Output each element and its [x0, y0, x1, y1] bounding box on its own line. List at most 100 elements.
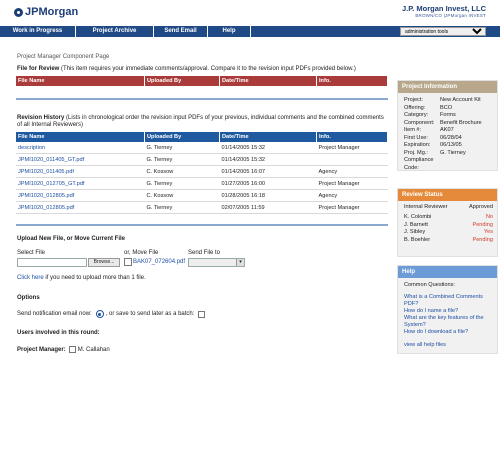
move-file-link[interactable]: BAK07_072604.pdf — [133, 259, 185, 265]
date-time: 02/07/2005 11:59 — [219, 201, 317, 214]
tab-work-in-progress[interactable]: Work in Progress — [0, 26, 76, 37]
info-row: Component: Benefit Brochure — [404, 119, 482, 126]
help-link[interactable]: How do I name a file? — [404, 308, 493, 315]
pm-checkbox[interactable] — [68, 346, 76, 353]
table-row: JPMI1020_012805.pdf C. Kossow 01/28/2005… — [16, 189, 388, 202]
file-link[interactable]: description — [16, 142, 145, 154]
review-status-header: Internal Reviewer Approved — [398, 201, 497, 214]
reviewer-status: No — [485, 214, 493, 220]
info-row: Expiration: 06/13/05 — [404, 142, 462, 148]
upload-heading: Upload New File, or Move Current File — [17, 236, 126, 242]
info-row: Offering: BCO — [404, 104, 453, 111]
review-status-panel: Review Status Internal Reviewer Approved… — [397, 188, 498, 257]
info: Agency — [316, 165, 388, 178]
review-note: (This item requires your immediate comme… — [61, 66, 356, 72]
tab-send-email[interactable]: Send Email — [154, 26, 208, 37]
info: Project Manager — [316, 142, 388, 154]
reviewer-status: Pending — [472, 221, 493, 228]
col-file-name: File Name — [16, 76, 145, 86]
uploaded-by: G. Tierney — [144, 142, 220, 154]
view-all-help-link[interactable]: view all help files — [404, 342, 493, 349]
table-row: JPMI1020_011405.pdf C. Kossow 01/14/2005… — [16, 165, 388, 178]
help-link[interactable]: What are the key features of the System? — [404, 315, 493, 329]
help-title: Help — [398, 266, 497, 278]
table-row: JPMI1020_011405_GT.pdf G. Tierney 01/14/… — [16, 153, 388, 166]
notify-now-radio[interactable] — [95, 310, 104, 318]
users-heading: Users involved in this round: — [17, 330, 100, 336]
table-row: description G. Tierney 01/14/2005 15:32 … — [16, 142, 388, 154]
info-row: Item #: AK07 — [404, 127, 454, 133]
review-table-header: File Name Uploaded By Date/Time Info. — [16, 76, 388, 86]
options-heading: Options — [17, 295, 40, 301]
history-heading: Revision History — [17, 115, 65, 121]
batch-checkbox[interactable] — [198, 310, 206, 318]
reviewer-row: J. Sibley Yes — [404, 229, 493, 235]
uploaded-by: C. Kossow — [144, 165, 220, 178]
review-heading-line: File for Review (This item requires your… — [17, 66, 377, 73]
project-info-rows: Project: New Account Kit Offering: BCO Cat… — [398, 93, 497, 172]
reviewer-row: K. Colombi No — [404, 214, 493, 220]
browse-button[interactable]: Browse... — [88, 258, 120, 267]
file-link[interactable]: JPMI1020_011405_GT.pdf — [16, 153, 145, 166]
file-link[interactable]: JPMI1020_012705_GT.pdf — [16, 177, 145, 190]
notify-label: Send notification email now: — [17, 311, 92, 317]
uploaded-by: G. Tierney — [144, 177, 220, 190]
file-link[interactable]: JPMI1020_011405.pdf — [16, 165, 145, 178]
info: Project Manager — [316, 177, 388, 190]
admin-tools-select[interactable]: administration tools — [400, 27, 486, 36]
col-info: Info. — [316, 76, 388, 86]
info-row: Compliance Code: — [404, 157, 434, 171]
chevron-down-icon: ▾ — [236, 259, 244, 266]
divider — [16, 98, 388, 100]
date-time: 01/28/2005 16:18 — [219, 189, 317, 202]
file-link[interactable]: JPMI1020_012805.pdf — [16, 189, 145, 202]
move-file-label: or, Move File — [124, 250, 159, 256]
brand-block: J.P. Morgan Invest, LLC BROWN/CO |JPMorg… — [402, 4, 486, 18]
pm-row: Project Manager: M. Callahan — [17, 346, 110, 353]
info: Agency — [316, 189, 388, 202]
col-uploaded-by: Uploaded By — [144, 132, 220, 142]
review-table: File Name Uploaded By Date/Time Info. — [16, 76, 388, 86]
project-info-title: Project Information — [398, 81, 497, 93]
logo-text: JPMorgan — [25, 6, 79, 18]
info-row: Proj. Mg.: G. Tierney — [404, 149, 466, 156]
upload-help-line: Click here if you need to upload more th… — [17, 275, 146, 281]
tab-project-archive[interactable]: Project Archive — [76, 26, 154, 37]
info-row: Category: Forms — [404, 112, 456, 118]
col-file-name: File Name — [16, 132, 145, 142]
reviewer-row: J. Barnett Pending — [404, 221, 493, 228]
send-file-select[interactable]: ▾ — [188, 258, 245, 267]
info: Project Manager — [316, 201, 388, 214]
jpmorgan-logo: JPMorgan — [14, 6, 78, 18]
history-table-header: File Name Uploaded By Date/Time Info. — [16, 132, 388, 142]
brand-subtitle: BROWN/CO |JPMorgan INVEST — [415, 13, 486, 18]
help-link[interactable]: What is a Combined Comments PDF? — [404, 294, 493, 308]
col-date-time: Date/Time — [219, 76, 317, 86]
uploaded-by: G. Tierney — [144, 153, 220, 166]
tab-help[interactable]: Help — [208, 26, 251, 37]
main-nav: Work in Progress Project Archive Send Em… — [0, 26, 500, 37]
review-status-title: Review Status — [398, 189, 497, 201]
table-row: JPMI1020_012805.pdf G. Tierney 02/07/200… — [16, 201, 388, 214]
date-time: 01/14/2005 16:07 — [219, 165, 317, 178]
revision-history-table: File Name Uploaded By Date/Time Info. de… — [16, 132, 388, 214]
help-body: Common Questions: What is a Combined Com… — [398, 278, 497, 349]
pm-name: M. Callahan — [77, 346, 110, 353]
move-file-checkbox[interactable] — [124, 258, 132, 266]
brand-title: J.P. Morgan Invest, LLC — [401, 4, 486, 13]
common-questions-label: Common Questions: — [404, 282, 455, 288]
date-time: 01/14/2005 15:32 — [219, 142, 317, 154]
date-time: 01/27/2005 16:00 — [219, 177, 317, 190]
upload-help-text: if you need to upload more than 1 file. — [43, 275, 146, 281]
select-file-label: Select File — [17, 250, 46, 256]
uploaded-by: G. Tierney — [144, 201, 220, 214]
click-here-link[interactable]: Click here — [17, 275, 44, 281]
file-path-input[interactable] — [17, 258, 87, 267]
help-link[interactable]: How do I download a file? — [404, 329, 493, 336]
logo-mark-icon — [14, 7, 23, 17]
col-uploaded-by: Uploaded By — [144, 76, 220, 86]
reviewer-row: B. Boehler Pending — [404, 236, 493, 243]
file-link[interactable]: JPMI1020_012805.pdf — [16, 201, 145, 214]
reviewer-status: Yes — [483, 229, 493, 235]
history-note: (Lists in chronological order the revisi… — [17, 115, 384, 128]
